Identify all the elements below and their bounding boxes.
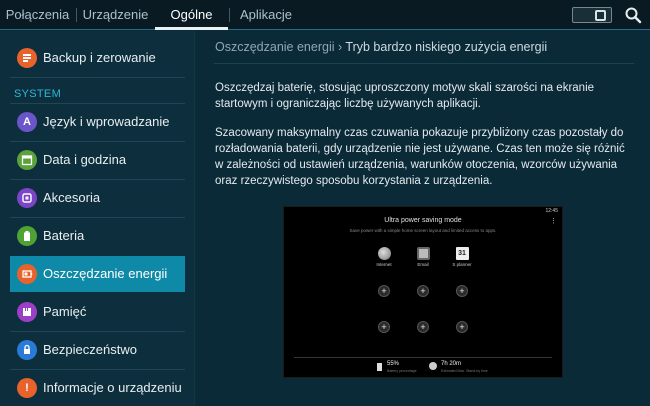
sidebar-item-security[interactable]: Bezpieczeństwo	[0, 332, 194, 368]
info-icon: !	[17, 378, 37, 398]
breadcrumb-separator: ›	[338, 40, 343, 54]
sidebar-item-power-saving[interactable]: Oszczędzanie energii	[10, 256, 185, 292]
section-header-system: SYSTEM	[14, 88, 62, 100]
security-icon	[17, 340, 37, 360]
description-paragraph: Oszczędzaj baterię, stosując uproszczony…	[215, 82, 595, 110]
toggle-knob	[595, 10, 606, 21]
standby-icon	[429, 362, 437, 370]
add-app-icon: +	[417, 285, 429, 297]
language-icon: A	[17, 112, 37, 132]
sidebar-item-label: Data i godzina	[43, 152, 127, 167]
preview-app-email: Email	[408, 247, 438, 267]
add-app-icon: +	[378, 321, 390, 333]
breadcrumb-current: Tryb bardzo niskiego zużycia energii	[345, 40, 548, 54]
sidebar-item-storage[interactable]: Pamięć	[0, 294, 194, 330]
preview-divider	[294, 357, 552, 358]
tab-device[interactable]: Urządzenie	[77, 0, 154, 29]
sidebar-item-label: Bezpieczeństwo	[43, 342, 137, 357]
search-icon[interactable]	[624, 6, 642, 24]
top-tab-bar: Połączenia Urządzenie Ogólne Aplikacje	[0, 0, 650, 30]
add-app-icon: +	[456, 285, 468, 297]
more-options-icon: ⋮	[550, 218, 557, 225]
app-name: Internet	[376, 262, 392, 267]
battery-icon	[17, 226, 37, 246]
standby-info-paragraph: Szacowany maksymalny czas czuwania pokaz…	[215, 127, 625, 187]
tab-connections[interactable]: Połączenia	[0, 0, 75, 29]
preview-title: Ultra power saving mode	[384, 217, 462, 224]
tab-general[interactable]: Ogólne	[155, 0, 228, 30]
app-name: S planner	[452, 262, 472, 267]
sidebar-item-label: Backup i zerowanie	[43, 50, 156, 65]
sidebar-item-label: Pamięć	[43, 304, 87, 319]
accessories-icon	[17, 188, 37, 208]
status-time: 12:45	[545, 208, 558, 214]
sidebar-item-device-info[interactable]: ! Informacje o urządzeniu	[0, 370, 194, 406]
sidebar-item-label: Akcesoria	[43, 190, 101, 205]
sidebar-item-label: Oszczędzanie energii	[43, 266, 168, 281]
pane-divider	[194, 31, 195, 406]
sidebar-item-battery[interactable]: Bateria	[0, 218, 194, 254]
sidebar-item-language-input[interactable]: A Język i wprowadzanie	[0, 104, 194, 140]
add-app-icon: +	[417, 321, 429, 333]
preview-subtitle: Save power with a simple home screen lay…	[349, 228, 497, 233]
calendar-icon: 31	[455, 247, 469, 260]
add-app-icon: +	[378, 285, 390, 297]
header-divider	[214, 63, 634, 64]
breadcrumb-parent[interactable]: Oszczędzanie energii	[215, 40, 335, 54]
sidebar-item-label: Informacje o urządzeniu	[43, 380, 182, 395]
power-saving-icon	[17, 264, 37, 284]
battery-icon	[377, 363, 382, 371]
battery-percentage-label: Battery percentage	[387, 369, 417, 373]
sidebar-item-date-time[interactable]: Data i godzina	[0, 142, 194, 178]
globe-icon	[377, 247, 391, 260]
standby-time: 7h 20m	[441, 361, 462, 367]
preview-app-s-planner: 31 S planner	[447, 247, 477, 267]
sidebar-item-accessories[interactable]: Akcesoria	[0, 180, 194, 216]
breadcrumb: Oszczędzanie energii › Tryb bardzo niski…	[215, 40, 547, 54]
add-app-icon: +	[456, 321, 468, 333]
backup-icon	[17, 48, 37, 68]
sidebar-item-label: Bateria	[43, 228, 85, 243]
ultra-power-saving-preview-image: 12:45 Ultra power saving mode ⋮ Save pow…	[283, 206, 563, 378]
sidebar-item-backup-reset[interactable]: Backup i zerowanie	[0, 40, 194, 76]
storage-icon	[17, 302, 37, 322]
email-icon	[416, 247, 430, 260]
standby-time-label: Estimated Max. Stand-by time	[441, 369, 488, 373]
preview-app-internet: Internet	[369, 247, 399, 267]
calendar-icon	[17, 150, 37, 170]
tab-applications[interactable]: Aplikacje	[230, 0, 302, 29]
master-toggle[interactable]	[572, 7, 612, 23]
sidebar-item-label: Język i wprowadzanie	[43, 114, 170, 129]
battery-percentage: 55%	[387, 361, 400, 367]
app-name: Email	[417, 262, 429, 267]
divider	[10, 77, 185, 78]
